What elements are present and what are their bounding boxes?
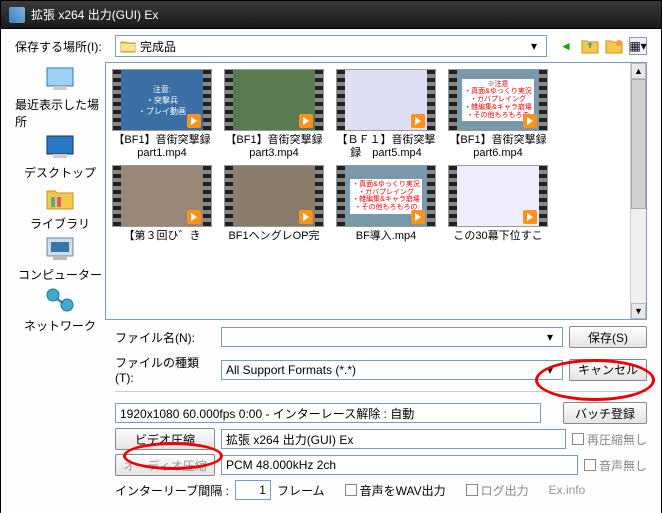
filename-label: ファイル名(N): bbox=[115, 329, 215, 346]
log-output-checkbox: ログ出力 bbox=[466, 482, 529, 499]
no-audio-checkbox: 音声無し bbox=[584, 457, 647, 474]
place-recent[interactable]: 最近表示した場所 bbox=[15, 64, 105, 130]
cancel-button[interactable]: キャンセル bbox=[569, 359, 647, 381]
exinfo-link[interactable]: Ex.info bbox=[549, 483, 586, 497]
wav-output-checkbox[interactable]: 音声をWAV出力 bbox=[345, 482, 446, 499]
dropdown-icon: ▾ bbox=[526, 36, 542, 56]
titlebar: 拡張 x264 出力(GUI) Ex bbox=[1, 1, 661, 29]
view-menu-icon[interactable]: ▦▾ bbox=[629, 37, 647, 55]
scrollbar[interactable]: ▲ ▼ bbox=[630, 63, 646, 319]
no-recompress-checkbox: 再圧縮無し bbox=[572, 431, 647, 448]
audio-codec-field[interactable]: PCM 48.000kHz 2ch bbox=[221, 455, 578, 475]
frames-label: フレーム bbox=[277, 482, 325, 499]
dropdown-icon: ▾ bbox=[542, 330, 558, 344]
interleave-frames-input[interactable]: 1 bbox=[235, 480, 271, 500]
list-item[interactable]: BF1ヘングレOP完 bbox=[224, 165, 324, 243]
up-folder-icon[interactable] bbox=[581, 37, 599, 55]
scroll-down-icon[interactable]: ▼ bbox=[631, 303, 646, 319]
video-compress-button[interactable]: ビデオ圧縮 bbox=[115, 428, 215, 450]
back-icon[interactable]: ◄ bbox=[557, 37, 575, 55]
list-item[interactable]: 【第３回ひ゛き bbox=[112, 165, 212, 243]
filetype-label: ファイルの種類(T): bbox=[115, 354, 215, 385]
batch-button[interactable]: バッチ登録 bbox=[563, 402, 647, 424]
location-value: 完成品 bbox=[140, 38, 176, 55]
audio-compress-button: オーディオ圧縮 bbox=[115, 454, 215, 476]
place-library[interactable]: ライブラリ bbox=[30, 183, 90, 232]
places-bar: 最近表示した場所 デスクトップ ライブラリ コンピューター ネットワーク bbox=[15, 62, 105, 320]
app-icon bbox=[9, 7, 25, 23]
filetype-combo[interactable]: All Support Formats (*.*)▾ bbox=[221, 360, 563, 380]
interleave-label: インターリーブ間隔 : bbox=[115, 482, 229, 499]
list-item[interactable]: 【BF1】音街突撃録 part3.mp4 bbox=[224, 69, 324, 159]
save-button[interactable]: 保存(S) bbox=[569, 326, 647, 348]
video-codec-field[interactable]: 拡張 x264 出力(GUI) Ex bbox=[221, 429, 566, 449]
list-item[interactable]: 【ＢＦ１】音街突撃録 part5.mp4 bbox=[336, 69, 436, 159]
place-desktop[interactable]: デスクトップ bbox=[24, 132, 96, 181]
place-computer[interactable]: コンピューター bbox=[18, 234, 102, 283]
file-list[interactable]: 注意:・突撃兵・プレイ動画【BF1】音街突撃録 part1.mp4 【BF1】音… bbox=[105, 62, 647, 320]
list-item[interactable]: ・真面&ゆっくり実況・ガバプレイング・雑編集&キャラ崩壊・その他もろもろのBF導… bbox=[336, 165, 436, 243]
location-label: 保存する場所(I): bbox=[15, 38, 115, 55]
new-folder-icon[interactable] bbox=[605, 37, 623, 55]
resolution-info: 1920x1080 60.000fps 0:00 - インターレース解除 : 自… bbox=[115, 403, 541, 423]
scroll-thumb[interactable] bbox=[631, 79, 646, 209]
folder-icon bbox=[120, 39, 136, 53]
scroll-up-icon[interactable]: ▲ bbox=[631, 63, 646, 79]
dropdown-icon: ▾ bbox=[542, 363, 558, 377]
filename-input[interactable]: ▾ bbox=[221, 327, 563, 347]
list-item[interactable]: ※注意・真面&ゆっくり実況・ガバプレイング・雑編集&キャラ崩壊・その他もろもろの… bbox=[448, 69, 548, 159]
window-title: 拡張 x264 出力(GUI) Ex bbox=[31, 6, 158, 23]
list-item[interactable]: この30幕下位すこ bbox=[448, 165, 548, 243]
list-item[interactable]: 注意:・突撃兵・プレイ動画【BF1】音街突撃録 part1.mp4 bbox=[112, 69, 212, 159]
location-combo[interactable]: 完成品 ▾ bbox=[115, 35, 547, 57]
